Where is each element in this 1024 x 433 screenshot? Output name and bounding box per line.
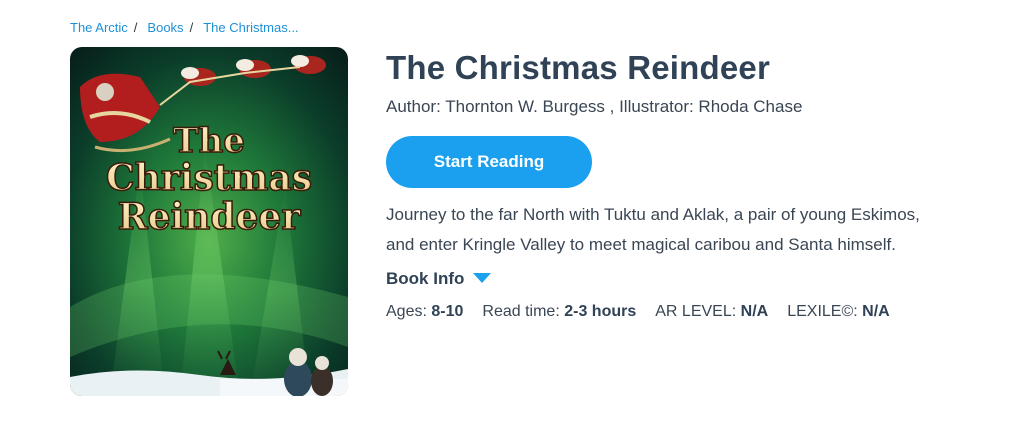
author-line: Author: Thornton W. Burgess , Illustrato…	[386, 97, 803, 116]
book-info-toggle[interactable]: Book Info	[386, 269, 986, 289]
meta-ages-value: 8-10	[431, 303, 464, 320]
breadcrumb-link-books[interactable]: Books	[147, 20, 183, 35]
cover-title-line-3: Reindeer	[118, 196, 302, 238]
book-meta: Ages: 8-10 Read time: 2-3 hours AR LEVEL…	[386, 303, 986, 321]
meta-ar-label: AR LEVEL:	[655, 303, 737, 320]
meta-read-value: 2-3 hours	[564, 303, 637, 320]
breadcrumb-link-the-arctic[interactable]: The Arctic	[70, 20, 128, 35]
meta-read-label: Read time:	[482, 303, 560, 320]
book-info-panel: The Christmas Reindeer Author: Thornton …	[386, 48, 986, 321]
meta-ar-value: N/A	[740, 303, 769, 320]
meta-ages-label: Ages:	[386, 303, 427, 320]
meta-lexile-label: LEXILE©:	[787, 303, 858, 320]
cover-title-line-1: The	[173, 121, 245, 161]
page-title: The Christmas Reindeer	[386, 49, 771, 86]
book-cover-image[interactable]: The Christmas Reindeer	[70, 47, 348, 396]
breadcrumb-separator: /	[189, 20, 194, 35]
meta-read-time: Read time: 2-3 hours	[482, 303, 636, 321]
start-reading-button[interactable]: Start Reading	[386, 136, 592, 188]
book-info-label: Book Info	[386, 269, 465, 288]
caret-down-icon	[472, 269, 492, 289]
breadcrumb-current[interactable]: The Christmas...	[203, 20, 298, 35]
breadcrumb-separator: /	[133, 20, 138, 35]
meta-lexile-value: N/A	[862, 303, 890, 320]
book-description: Journey to the far North with Tuktu and …	[386, 205, 920, 254]
breadcrumb: The Arctic / Books / The Christmas...	[70, 20, 299, 35]
meta-ages: Ages: 8-10	[386, 303, 463, 321]
cover-title-line-2: Christmas	[106, 157, 312, 199]
meta-lexile: LEXILE©: N/A	[787, 303, 890, 321]
book-cover-art: The Christmas Reindeer	[70, 47, 348, 396]
meta-ar-level: AR LEVEL: N/A	[655, 303, 768, 321]
